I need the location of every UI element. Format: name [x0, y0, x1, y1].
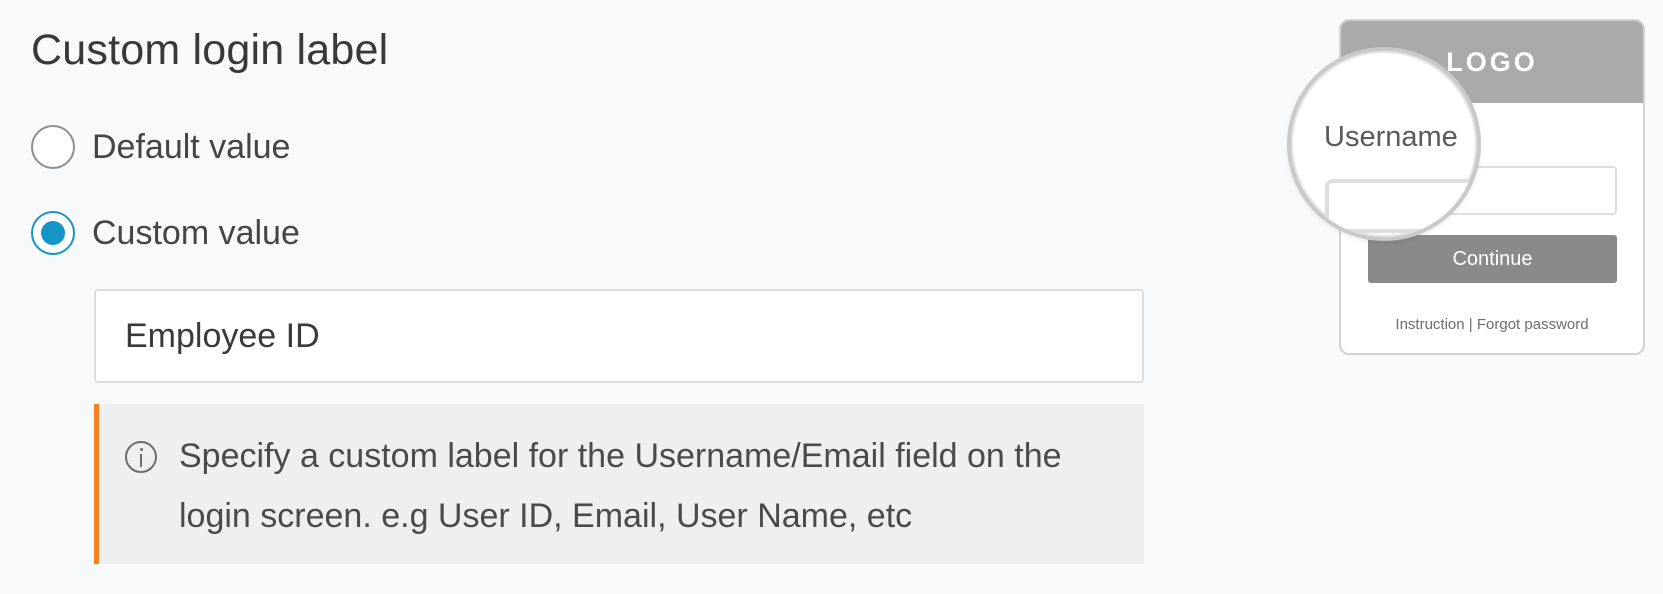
magnifier-lens: Username [1287, 47, 1481, 241]
custom-label-input[interactable] [94, 289, 1144, 383]
default-value-option[interactable]: Default value [31, 125, 290, 169]
preview-link-separator: | [1464, 316, 1477, 333]
default-value-label[interactable]: Default value [92, 128, 290, 167]
section-title: Custom login label [31, 26, 389, 74]
custom-value-radio[interactable] [31, 211, 75, 255]
preview-forgot-password-link[interactable]: Forgot password [1477, 316, 1589, 333]
preview-logo: LOGO [1446, 46, 1538, 77]
custom-value-option[interactable]: Custom value [31, 211, 300, 255]
info-text: Specify a custom label for the Username/… [179, 437, 1062, 535]
info-circle-icon [125, 441, 157, 473]
magnified-username-label: Username [1324, 121, 1458, 153]
preview-continue-button[interactable]: Continue [1368, 235, 1617, 283]
radio-selected-dot [41, 221, 65, 245]
info-callout: Specify a custom label for the Username/… [94, 404, 1144, 564]
preview-links: Instruction | Forgot password [1341, 316, 1643, 333]
custom-value-label[interactable]: Custom value [92, 214, 300, 253]
preview-instruction-link[interactable]: Instruction [1395, 316, 1464, 333]
magnified-username-field [1325, 179, 1477, 233]
default-value-radio[interactable] [31, 125, 75, 169]
